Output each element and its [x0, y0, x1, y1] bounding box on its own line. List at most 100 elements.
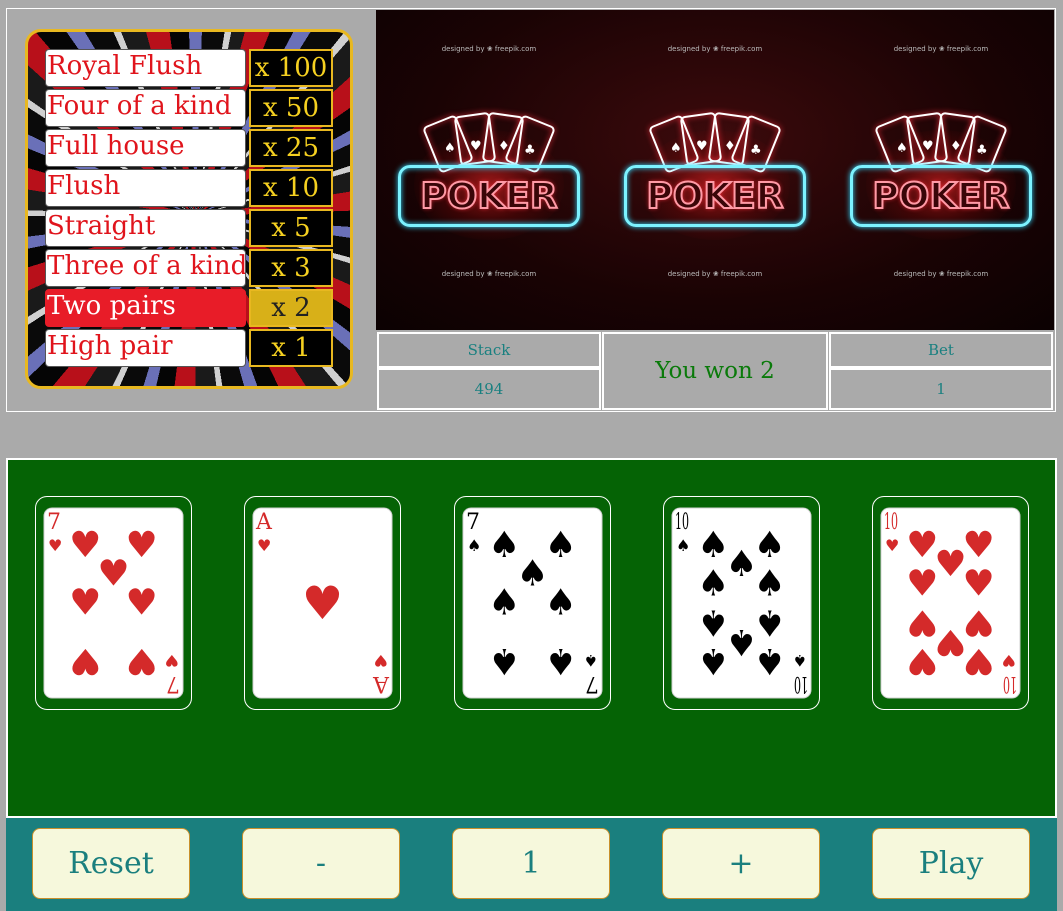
card-rank-bottom: A	[372, 671, 390, 696]
paytable-hand-name: Full house	[45, 129, 246, 167]
spades-pip-icon: ♠	[545, 583, 577, 624]
paytable-hand-name: High pair	[45, 329, 246, 367]
card-slot[interactable]: 7 ♠ 7 ♠ ♠ ♠ ♠ ♠ ♠ ♠ ♠	[454, 496, 611, 710]
paytable-multiplier: x 100	[249, 49, 333, 87]
hearts-pip-icon: ♥	[963, 563, 995, 604]
card-slot[interactable]: 10 ♠ 10 ♠ ♠ ♠ ♠ ♠ ♠ ♠ ♠ ♠ ♠ ♠	[663, 496, 820, 710]
paytable-hand-name: Straight	[45, 209, 246, 247]
neon-sign: POKER	[624, 165, 806, 227]
control-bar: Reset - 1 + Play	[6, 818, 1057, 911]
paytable-multiplier: x 3	[249, 249, 333, 287]
spades-pip-icon: ♠	[488, 640, 520, 681]
neon-logo-text: POKER	[419, 175, 558, 218]
spades-pip-icon: ♠	[488, 583, 520, 624]
play-button[interactable]: Play	[872, 828, 1030, 899]
paytable-multiplier: x 5	[249, 209, 333, 247]
bet-label: Bet	[928, 341, 954, 359]
hearts-pip-icon: ♥	[126, 583, 158, 624]
paytable-multiplier: x 25	[249, 129, 333, 167]
svg-text:♦: ♦	[950, 139, 962, 154]
svg-text:♠: ♠	[896, 141, 908, 156]
playing-card[interactable]: A♥A♥♥	[252, 507, 393, 699]
playing-card[interactable]: 7♥7♥♥ ♥♥♥ ♥♥ ♥	[43, 507, 184, 699]
neon-cards-icon: ♠ ♥ ♦ ♣	[649, 112, 781, 173]
hearts-icon: ♥	[165, 651, 179, 670]
neon-logo-text: POKER	[871, 175, 1010, 218]
stack-value: 494	[474, 380, 504, 398]
svg-text:♠: ♠	[670, 141, 682, 156]
card-rank-top: A	[255, 510, 273, 535]
credit-bottom: designed by ❀ freepik.com	[667, 270, 763, 278]
card-rank-top: 7	[47, 510, 61, 535]
stack-label-cell: Stack	[377, 332, 601, 368]
card-corner-bottom: 10♥	[1002, 651, 1017, 696]
credit-bottom: designed by ❀ freepik.com	[441, 270, 537, 278]
svg-text:♣: ♣	[750, 143, 762, 158]
spades-icon: ♠	[467, 536, 481, 555]
reset-button[interactable]: Reset	[32, 828, 190, 899]
hearts-pip-icon: ♥	[69, 640, 101, 681]
svg-text:♥: ♥	[470, 139, 482, 154]
card-rank-bottom: 7	[166, 671, 180, 696]
card-rank-bottom: 10	[1003, 671, 1017, 696]
poker-logo: designed by ❀ freepik.com ♠ ♥ ♦ ♣ POKER design…	[828, 10, 1054, 330]
paytable-hand-name: Two pairs	[45, 289, 246, 327]
hearts-pip-icon: ♥	[906, 640, 938, 681]
card-face	[43, 507, 184, 699]
card-table: 7 ♥ 7 ♥ ♥ ♥ ♥ ♥ ♥ ♥ ♥ A ♥ A ♥ ♥ 7 ♠ 7 ♠ ♠ ♠ ♠ ♠ ♠ ♠ ♠ 10 ♠ 10 ♠ ♠ ♠ ♠ ♠ ♠ ♠ ♠…	[6, 458, 1057, 818]
paytable-multiplier: x 10	[249, 169, 333, 207]
card-rank-bottom: 10	[794, 671, 808, 696]
hearts-icon: ♥	[257, 536, 271, 555]
spades-pip-icon: ♠	[754, 640, 786, 681]
svg-text:♥: ♥	[922, 139, 934, 154]
bet-value: 1	[936, 380, 946, 398]
paytable-multiplier: x 50	[249, 89, 333, 127]
decrease-bet-button[interactable]: -	[242, 828, 400, 899]
hearts-pip-icon: ♥	[126, 640, 158, 681]
svg-text:♦: ♦	[498, 139, 510, 154]
increase-bet-button[interactable]: +	[662, 828, 820, 899]
paytable-hand-name: Three of a kind	[45, 249, 246, 287]
spades-icon: ♠	[793, 651, 807, 670]
card-rank-top: 10	[884, 510, 898, 535]
card-face	[671, 507, 812, 699]
playing-card[interactable]: 10♥10♥♥ ♥♥♥ ♥♥ ♥♥♥ ♥	[880, 507, 1021, 699]
hearts-icon: ♥	[1002, 651, 1016, 670]
poker-logo: designed by ❀ freepik.com ♠ ♥ ♦ ♣ POKER design…	[376, 10, 602, 330]
card-slot[interactable]: 10 ♥ 10 ♥ ♥ ♥ ♥ ♥ ♥ ♥ ♥ ♥ ♥ ♥	[872, 496, 1029, 710]
neon-logo-text: POKER	[645, 175, 784, 218]
spades-icon: ♠	[676, 536, 690, 555]
card-corner-bottom: A♥	[372, 651, 390, 696]
card-corner-bottom: 7♠	[584, 651, 599, 696]
hearts-pip-icon: ♥	[302, 576, 343, 630]
playing-card[interactable]: 10♠10♠♠ ♠♠♠ ♠♠ ♠♠♠ ♠	[671, 507, 812, 699]
spades-pip-icon: ♠	[754, 563, 786, 604]
neon-sign: POKER	[850, 165, 1032, 227]
hearts-icon: ♥	[885, 536, 899, 555]
card-corner-bottom: 10♠	[793, 651, 808, 696]
paytable-panel: Royal Flush x 100 Four of a kind x 50 Full h…	[25, 29, 353, 389]
card-face	[462, 507, 603, 699]
svg-text:♣: ♣	[524, 143, 536, 158]
card-rank-top: 10	[675, 510, 689, 535]
spades-pip-icon: ♠	[697, 602, 729, 643]
playing-card[interactable]: 7♠7♠♠ ♠♠♠ ♠♠ ♠	[462, 507, 603, 699]
card-corner-bottom: 7♥	[165, 651, 180, 696]
hearts-icon: ♥	[374, 651, 388, 670]
card-rank-bottom: 7	[585, 671, 599, 696]
hearts-pip-icon: ♥	[963, 640, 995, 681]
neon-cards-icon: ♠ ♥ ♦ ♣	[423, 112, 555, 173]
card-slot[interactable]: 7 ♥ 7 ♥ ♥ ♥ ♥ ♥ ♥ ♥ ♥	[35, 496, 192, 710]
paytable-multiplier: x 2	[249, 289, 333, 327]
card-slot[interactable]: A ♥ A ♥ ♥	[244, 496, 401, 710]
stack-value-cell: 494	[377, 368, 601, 410]
paytable-hand-name: Royal Flush	[45, 49, 246, 87]
paytable-multiplier: x 1	[249, 329, 333, 367]
spades-pip-icon: ♠	[545, 525, 577, 566]
credit-bottom: designed by ❀ freepik.com	[893, 270, 989, 278]
hearts-icon: ♥	[48, 536, 62, 555]
poker-logo: designed by ❀ freepik.com ♠ ♥ ♦ ♣ POKER design…	[602, 10, 828, 330]
spades-pip-icon: ♠	[545, 640, 577, 681]
hearts-pip-icon: ♥	[906, 563, 938, 604]
svg-text:♥: ♥	[696, 139, 708, 154]
